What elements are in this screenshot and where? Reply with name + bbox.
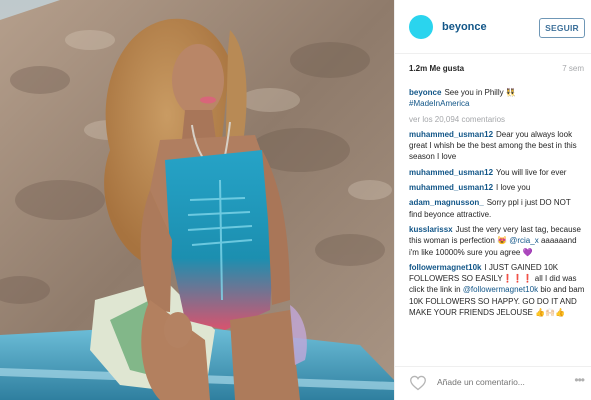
caption-username[interactable]: beyonce [409, 88, 441, 97]
account-avatar[interactable] [409, 15, 433, 39]
instagram-post-view: beyonce SEGUIR 1.2m Me gusta 7 sem beyon… [0, 0, 591, 400]
post-header: beyonce SEGUIR [395, 4, 591, 54]
comment-item: followermagnet10k I JUST GAINED 10K FOLLO… [409, 262, 585, 318]
likes-count[interactable]: 1.2m Me gusta [409, 64, 464, 73]
comments-list: beyonce See you in Philly 👯 #MadeInAmeric… [409, 87, 585, 322]
comment-username[interactable]: kusslarissx [409, 225, 453, 234]
account-username[interactable]: beyonce [442, 21, 487, 33]
comment-item: muhammed_usman12 You will live for ever [409, 167, 585, 178]
comment-username[interactable]: adam_magnusson_ [409, 198, 484, 207]
comment-mention[interactable]: @rcia_x [509, 236, 538, 245]
comment-username[interactable]: muhammed_usman12 [409, 168, 493, 177]
more-options-icon[interactable]: ••• [574, 373, 585, 387]
post-photo[interactable] [0, 0, 394, 400]
comment-item: muhammed_usman12 Dear you always look gre… [409, 129, 585, 163]
post-time[interactable]: 7 sem [562, 64, 584, 73]
comment-item: kusslarissx Just the very very last tag, … [409, 224, 585, 258]
comment-username[interactable]: followermagnet10k [409, 263, 481, 272]
comment-username[interactable]: muhammed_usman12 [409, 130, 493, 139]
follow-button[interactable]: SEGUIR [539, 18, 585, 38]
comment-item: adam_magnusson_ Sorry ppl i just DO NOT f… [409, 197, 585, 220]
comment-item: muhammed_usman12 I love you [409, 182, 585, 193]
comment-footer: ••• [395, 366, 591, 400]
comment-username[interactable]: muhammed_usman12 [409, 183, 493, 192]
caption-emoji: 👯 [505, 88, 516, 97]
comment-mention[interactable]: @followermagnet10k [463, 285, 538, 294]
comment-text: I love you [496, 183, 531, 193]
caption: beyonce See you in Philly 👯 #MadeInAmeric… [409, 87, 585, 110]
photo-illustration [0, 0, 394, 400]
caption-hashtag[interactable]: #MadeInAmerica [409, 99, 469, 108]
heart-icon[interactable] [409, 375, 427, 391]
add-comment-input[interactable] [437, 377, 547, 387]
view-all-comments-link[interactable]: ver los 20,094 comentarios [409, 114, 585, 125]
comment-text: You will live for ever [496, 167, 567, 177]
caption-text: See you in Philly [444, 88, 504, 97]
post-side-panel: beyonce SEGUIR 1.2m Me gusta 7 sem beyon… [394, 0, 591, 400]
